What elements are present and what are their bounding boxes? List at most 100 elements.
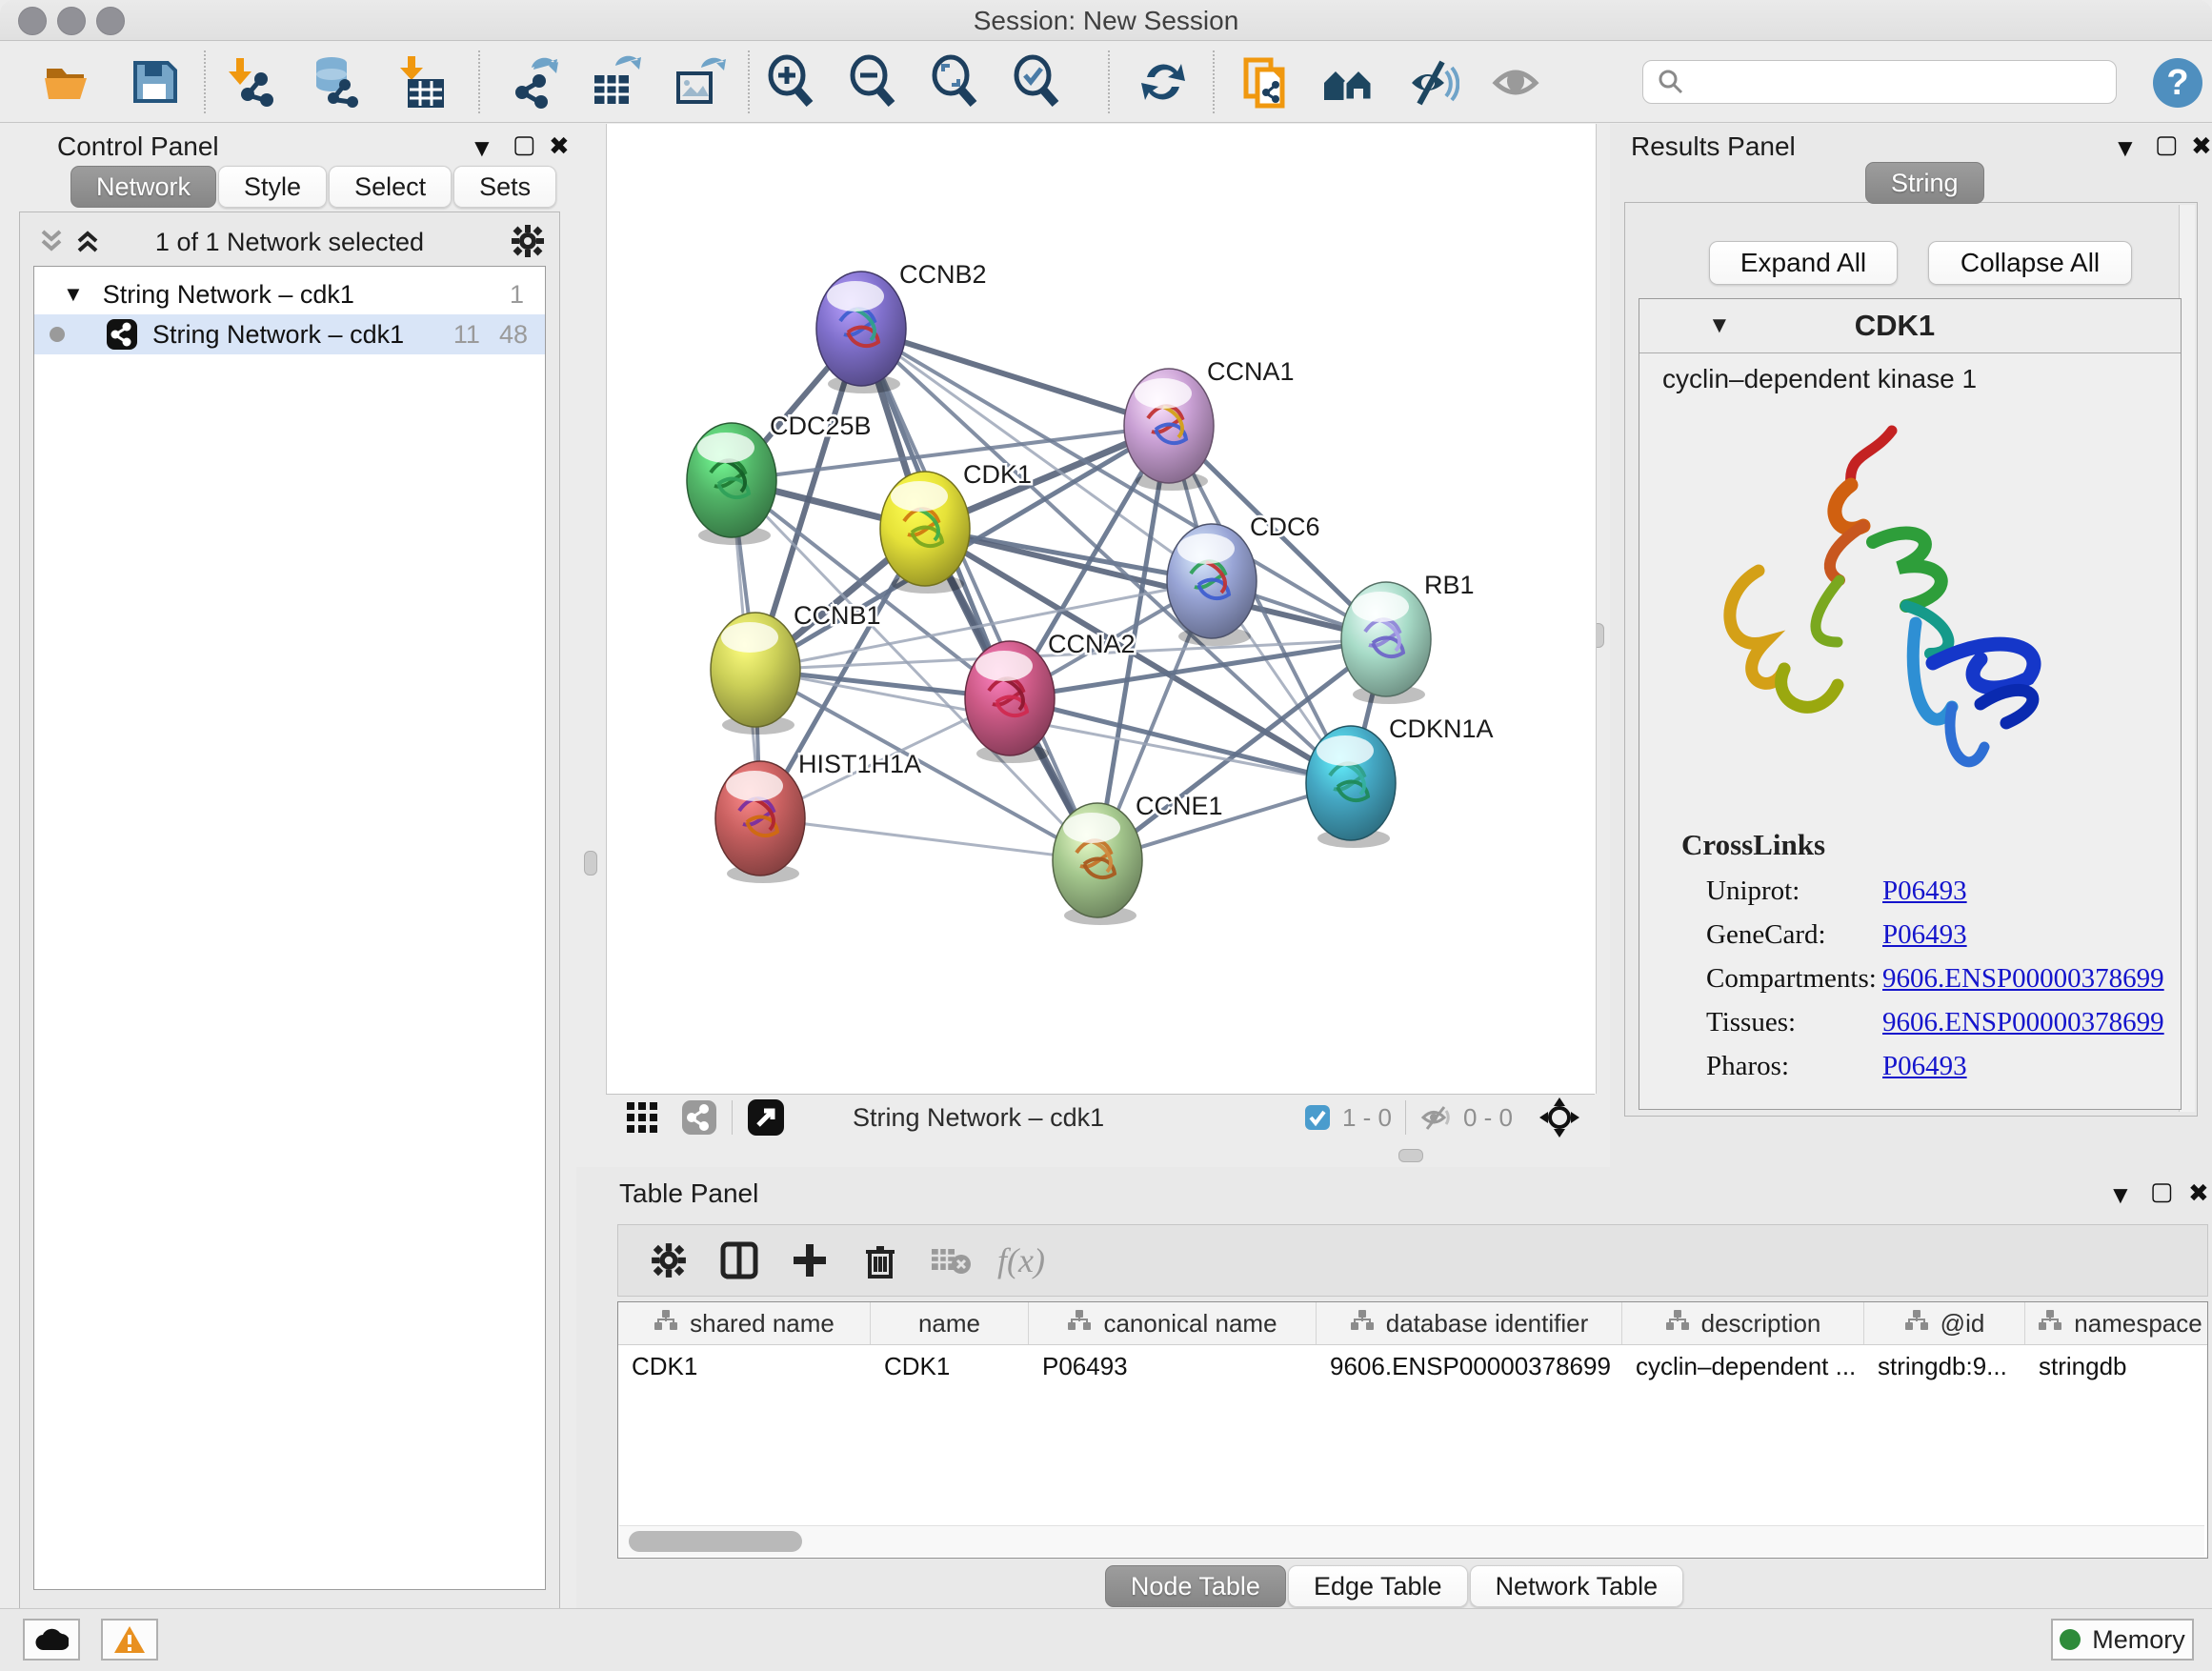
table-cell[interactable]: CDK1 xyxy=(871,1345,1029,1387)
warnings-button[interactable] xyxy=(101,1619,158,1661)
network-view-title: String Network – cdk1 xyxy=(853,1103,1104,1133)
function-builder-icon[interactable]: f(x) xyxy=(986,1240,1056,1280)
clone-network-icon[interactable] xyxy=(1238,54,1294,110)
table-cell[interactable]: CDK1 xyxy=(618,1345,871,1387)
create-column-icon[interactable] xyxy=(774,1240,845,1280)
table-row[interactable]: CDK1CDK1P064939606.ENSP00000378699cyclin… xyxy=(618,1345,2207,1387)
column-type-icon xyxy=(1665,1309,1690,1339)
column-header-namespace[interactable]: namespace xyxy=(2025,1302,2208,1344)
hide-selected-icon[interactable] xyxy=(1404,54,1459,110)
import-network-file-icon[interactable] xyxy=(223,54,278,110)
show-all-networks-icon[interactable] xyxy=(1320,54,1376,110)
tab-style[interactable]: Style xyxy=(218,166,327,208)
crosslink-link[interactable]: P06493 xyxy=(1882,919,1967,951)
expand-all-button[interactable]: Expand All xyxy=(1709,241,1898,285)
tab-sets[interactable]: Sets xyxy=(453,166,556,208)
table-horizontal-scrollbar[interactable] xyxy=(619,1525,2204,1557)
results-panel-menu-icon[interactable]: ▼ xyxy=(2113,133,2138,163)
table-cell[interactable]: cyclin–dependent ... xyxy=(1622,1345,1864,1387)
network-node-cdkn1a[interactable]: CDKN1A xyxy=(1306,715,1494,848)
control-panel-close-icon[interactable]: ✖ xyxy=(549,131,570,161)
table-panel-close-icon[interactable]: ✖ xyxy=(2188,1178,2209,1208)
export-image-icon[interactable] xyxy=(671,54,726,110)
cloud-services-button[interactable] xyxy=(23,1619,80,1661)
open-in-browser-icon[interactable] xyxy=(746,1097,786,1137)
crosslink-link[interactable]: P06493 xyxy=(1882,876,1967,907)
network-canvas[interactable]: CCNB2CCNA1CDC25BCDK1CDC6RB1CCNB1CCNA2CDK… xyxy=(606,124,1597,1094)
table-panel-float-icon[interactable]: ▢ xyxy=(2150,1177,2174,1206)
column-header-description[interactable]: description xyxy=(1622,1302,1864,1344)
crosslink-link[interactable]: 9606.ENSP00000378699 xyxy=(1882,1007,2164,1038)
collapse-all-button[interactable]: Collapse All xyxy=(1928,241,2132,285)
tab-network[interactable]: Network xyxy=(70,166,216,208)
network-node-cdc25b[interactable]: CDC25B xyxy=(687,412,872,545)
network-node-rb1[interactable]: RB1 xyxy=(1341,571,1475,704)
network-collection-row[interactable]: ▼ String Network – cdk1 1 xyxy=(34,274,545,314)
table-cell[interactable]: stringdb:9... xyxy=(1864,1345,2025,1387)
scrollbar-thumb[interactable] xyxy=(629,1531,802,1552)
tab-node-table[interactable]: Node Table xyxy=(1105,1565,1286,1607)
table-cell[interactable]: 9606.ENSP00000378699 xyxy=(1317,1345,1622,1387)
import-network-database-icon[interactable] xyxy=(307,54,362,110)
pan-crosshair-icon[interactable] xyxy=(1538,1096,1581,1139)
delete-column-icon[interactable] xyxy=(845,1240,915,1280)
network-node-ccnb2[interactable]: CCNB2 xyxy=(816,260,987,393)
zoom-in-icon[interactable] xyxy=(762,54,817,110)
open-session-icon[interactable] xyxy=(40,54,95,110)
help-button[interactable]: ? xyxy=(2153,58,2202,108)
column-header--id[interactable]: @id xyxy=(1864,1302,2025,1344)
network-node-ccnb1[interactable]: CCNB1 xyxy=(711,601,881,735)
tab-string[interactable]: String xyxy=(1865,162,1984,204)
import-table-file-icon[interactable] xyxy=(392,54,448,110)
zoom-selected-icon[interactable] xyxy=(1008,54,1063,110)
grid-view-icon[interactable] xyxy=(623,1098,661,1137)
show-columns-icon[interactable] xyxy=(704,1240,774,1280)
network-row-selected[interactable]: String Network – cdk1 11 48 xyxy=(34,314,545,354)
results-panel-close-icon[interactable]: ✖ xyxy=(2191,131,2212,161)
control-panel-menu-icon[interactable]: ▼ xyxy=(470,133,494,163)
column-header-canonical-name[interactable]: canonical name xyxy=(1029,1302,1317,1344)
table-panel-menu-icon[interactable]: ▼ xyxy=(2108,1180,2133,1210)
export-network-icon[interactable] xyxy=(505,54,560,110)
network-node-ccna2[interactable]: CCNA2 xyxy=(965,630,1136,763)
network-node-ccne1[interactable]: CCNE1 xyxy=(1053,792,1223,925)
network-options-gear-icon[interactable] xyxy=(510,223,546,259)
network-edge[interactable] xyxy=(861,329,1097,860)
delete-table-icon[interactable] xyxy=(915,1245,986,1276)
column-header-shared-name[interactable]: shared name xyxy=(618,1302,871,1344)
export-table-icon[interactable] xyxy=(587,54,642,110)
network-edge[interactable] xyxy=(861,329,1169,426)
collection-expander-icon[interactable]: ▼ xyxy=(63,282,84,307)
protein-card-header[interactable]: ▼ CDK1 xyxy=(1639,299,2181,353)
control-panel-float-icon[interactable]: ▢ xyxy=(513,130,536,159)
protein-expander-icon[interactable]: ▼ xyxy=(1708,312,1731,339)
table-cell[interactable]: P06493 xyxy=(1029,1345,1317,1387)
network-edge[interactable] xyxy=(760,818,1097,860)
birds-eye-view-icon[interactable] xyxy=(680,1098,718,1137)
crosslink-link[interactable]: P06493 xyxy=(1882,1051,1967,1082)
zoom-fit-icon[interactable] xyxy=(926,54,981,110)
network-node-ccna1[interactable]: CCNA1 xyxy=(1124,357,1295,491)
column-header-name[interactable]: name xyxy=(871,1302,1029,1344)
column-header-database-identifier[interactable]: database identifier xyxy=(1317,1302,1622,1344)
memory-button[interactable]: Memory xyxy=(2051,1619,2194,1661)
selected-checkbox-icon[interactable] xyxy=(1304,1104,1331,1131)
tab-select[interactable]: Select xyxy=(329,166,452,208)
table-settings-gear-icon[interactable] xyxy=(633,1241,704,1279)
refresh-network-icon[interactable] xyxy=(1136,54,1191,110)
save-session-icon[interactable] xyxy=(127,54,182,110)
crosslink-link[interactable]: 9606.ENSP00000378699 xyxy=(1882,963,2164,995)
bottom-splitter-handle[interactable] xyxy=(1398,1149,1423,1162)
hidden-eye-slash-icon[interactable] xyxy=(1419,1103,1454,1132)
search-input[interactable] xyxy=(1685,67,2089,98)
network-node-count: 11 xyxy=(453,320,480,350)
table-cell[interactable]: stringdb xyxy=(2025,1345,2208,1387)
network-node-cdk1[interactable]: CDK1 xyxy=(880,460,1032,594)
tab-network-table[interactable]: Network Table xyxy=(1470,1565,1684,1607)
left-splitter-handle[interactable] xyxy=(584,851,597,876)
results-panel-float-icon[interactable]: ▢ xyxy=(2155,130,2179,159)
show-hidden-icon[interactable] xyxy=(1488,54,1543,110)
zoom-out-icon[interactable] xyxy=(844,54,899,110)
network-node-hist1h1a[interactable]: HIST1H1A xyxy=(715,750,921,883)
tab-edge-table[interactable]: Edge Table xyxy=(1288,1565,1468,1607)
